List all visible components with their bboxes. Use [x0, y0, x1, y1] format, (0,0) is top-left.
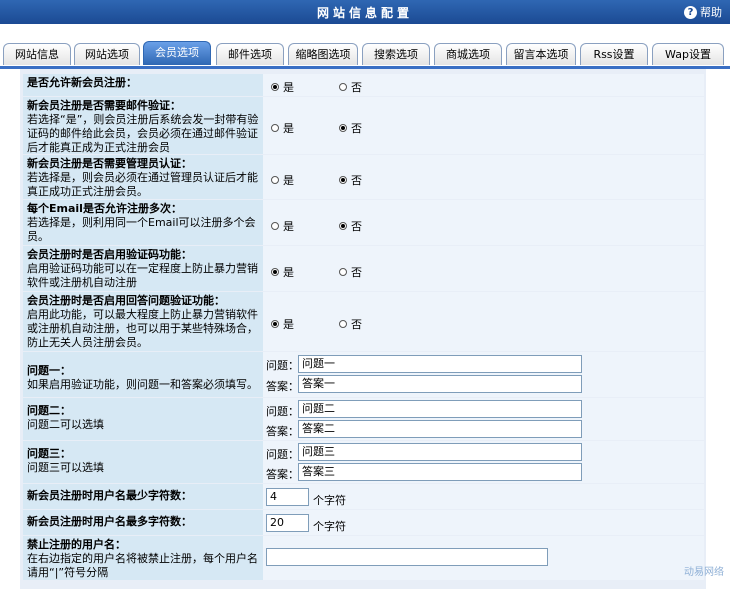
setting-description: 若选择是，则利用同一个Email可以注册多个会员。 [27, 216, 256, 243]
radio-checked-icon [271, 83, 279, 91]
radio-unchecked-icon [271, 124, 279, 132]
setting-description: 启用此功能，可以最大程度上防止暴力营销软件或注册机自动注册，也可以用于某些特殊场… [27, 308, 258, 349]
title-bar: 网站信息配置 ? 帮助 [0, 0, 730, 24]
radio-checked-icon [339, 124, 347, 132]
setting-row-banned-names: 禁止注册的用户名： 在右边指定的用户名将被禁止注册，每个用户名请用“|”符号分隔 [23, 536, 704, 580]
setting-description: 启用验证码功能可以在一定程度上防止暴力营销软件或注册机自动注册 [27, 262, 258, 289]
help-button[interactable]: ? 帮助 [684, 4, 722, 20]
setting-description: 若选择“是”，则会员注册后系统会发一封带有验证码的邮件给此会员，会员必须在通过邮… [27, 113, 259, 154]
radio-checked-icon [339, 222, 347, 230]
setting-row-max-length: 新会员注册时用户名最多字符数： 20 个字符 [23, 510, 704, 535]
radio-checked-icon [271, 268, 279, 276]
radio-checked-icon [271, 320, 279, 328]
setting-description: 若选择是，则会员必须在通过管理员认证后才能真正成功正式注册会员。 [27, 171, 258, 198]
setting-title: 会员注册时是否启用验证码功能： [27, 248, 192, 261]
setting-description: 问题三可以选填 [27, 461, 104, 474]
radio-no[interactable]: 否 [339, 264, 362, 280]
setting-row-email-verify: 新会员注册是否需要邮件验证： 若选择“是”，则会员注册后系统会发一封带有验证码的… [23, 97, 704, 154]
setting-row-question-2: 问题二： 问题二可以选填 问题： 问题二 答案： 答案二 [23, 398, 704, 440]
radio-yes[interactable]: 是 [271, 120, 294, 136]
radio-no[interactable]: 否 [339, 316, 362, 332]
setting-row-question-1: 问题一： 如果启用验证功能，则问题一和答案必须填写。 问题： 问题一 答案： 答… [23, 352, 704, 397]
setting-title: 会员注册时是否启用回答问题验证功能： [27, 294, 225, 307]
unit-label: 个字符 [313, 520, 346, 533]
answer-input[interactable]: 答案三 [298, 463, 582, 481]
setting-title: 问题三： [27, 447, 71, 460]
radio-unchecked-icon [271, 176, 279, 184]
setting-title: 是否允许新会员注册： [27, 76, 137, 89]
answer-input[interactable]: 答案二 [298, 420, 582, 438]
setting-row-allow-register: 是否允许新会员注册： 是 否 [23, 74, 704, 96]
page-title: 网站信息配置 [316, 6, 413, 20]
setting-description: 如果启用验证功能，则问题一和答案必须填写。 [27, 378, 258, 391]
banned-names-input[interactable] [266, 548, 548, 566]
radio-no[interactable]: 否 [339, 120, 362, 136]
answer-label: 答案： [266, 380, 299, 393]
setting-title: 新会员注册时用户名最多字符数： [27, 515, 192, 528]
setting-title: 新会员注册是否需要管理员认证： [27, 157, 192, 170]
tab-member-options[interactable]: 会员选项 [143, 41, 211, 65]
setting-row-min-length: 新会员注册时用户名最少字符数： 4 个字符 [23, 484, 704, 509]
radio-unchecked-icon [271, 222, 279, 230]
setting-title: 每个Email是否允许注册多次： [27, 202, 182, 215]
tab-mail-options[interactable]: 邮件选项 [216, 43, 284, 65]
radio-unchecked-icon [339, 83, 347, 91]
setting-row-qa-verify: 会员注册时是否启用回答问题验证功能： 启用此功能，可以最大程度上防止暴力营销软件… [23, 292, 704, 351]
question-label: 问题： [266, 448, 299, 461]
radio-yes[interactable]: 是 [271, 316, 294, 332]
question-input[interactable]: 问题三 [298, 443, 582, 461]
radio-yes[interactable]: 是 [271, 218, 294, 234]
tab-site-info[interactable]: 网站信息 [3, 43, 71, 65]
setting-row-question-3: 问题三： 问题三可以选填 问题： 问题三 答案： 答案三 [23, 441, 704, 483]
setting-row-email-multi: 每个Email是否允许注册多次： 若选择是，则利用同一个Email可以注册多个会… [23, 200, 704, 245]
help-label: 帮助 [700, 6, 722, 19]
tab-bar: 网站信息 网站选项 会员选项 邮件选项 缩略图选项 搜索选项 商城选项 留言本选… [0, 41, 730, 67]
tab-wap-settings[interactable]: Wap设置 [652, 43, 724, 65]
watermark: 动易网络 [684, 567, 724, 578]
setting-title: 问题二： [27, 404, 71, 417]
radio-no[interactable]: 否 [339, 79, 362, 95]
min-length-input[interactable]: 4 [266, 488, 309, 506]
radio-unchecked-icon [339, 320, 347, 328]
tab-site-options[interactable]: 网站选项 [74, 43, 140, 65]
setting-title: 新会员注册时用户名最少字符数： [27, 489, 192, 502]
setting-row-captcha: 会员注册时是否启用验证码功能： 启用验证码功能可以在一定程度上防止暴力营销软件或… [23, 246, 704, 291]
tab-search-options[interactable]: 搜索选项 [362, 43, 430, 65]
radio-yes[interactable]: 是 [271, 172, 294, 188]
setting-description: 在右边指定的用户名将被禁止注册，每个用户名请用“|”符号分隔 [27, 552, 258, 579]
question-input[interactable]: 问题一 [298, 355, 582, 373]
radio-yes[interactable]: 是 [271, 79, 294, 95]
setting-title: 新会员注册是否需要邮件验证： [27, 99, 181, 112]
tab-shop-options[interactable]: 商城选项 [434, 43, 502, 65]
radio-checked-icon [339, 176, 347, 184]
setting-title: 禁止注册的用户名： [27, 538, 126, 551]
answer-label: 答案： [266, 425, 299, 438]
radio-no[interactable]: 否 [339, 218, 362, 234]
help-icon: ? [684, 5, 697, 19]
tab-rss-settings[interactable]: Rss设置 [580, 43, 648, 65]
question-label: 问题： [266, 359, 299, 372]
tab-thumbnail-options[interactable]: 缩略图选项 [288, 43, 358, 65]
max-length-input[interactable]: 20 [266, 514, 309, 532]
answer-input[interactable]: 答案一 [298, 375, 582, 393]
question-input[interactable]: 问题二 [298, 400, 582, 418]
tab-guestbook-options[interactable]: 留言本选项 [506, 43, 576, 65]
answer-label: 答案： [266, 468, 299, 481]
setting-title: 问题一： [27, 364, 71, 377]
radio-yes[interactable]: 是 [271, 264, 294, 280]
setting-description: 问题二可以选填 [27, 418, 104, 431]
radio-no[interactable]: 否 [339, 172, 362, 188]
unit-label: 个字符 [313, 494, 346, 507]
question-label: 问题： [266, 405, 299, 418]
setting-row-admin-verify: 新会员注册是否需要管理员认证： 若选择是，则会员必须在通过管理员认证后才能真正成… [23, 155, 704, 199]
radio-unchecked-icon [339, 268, 347, 276]
